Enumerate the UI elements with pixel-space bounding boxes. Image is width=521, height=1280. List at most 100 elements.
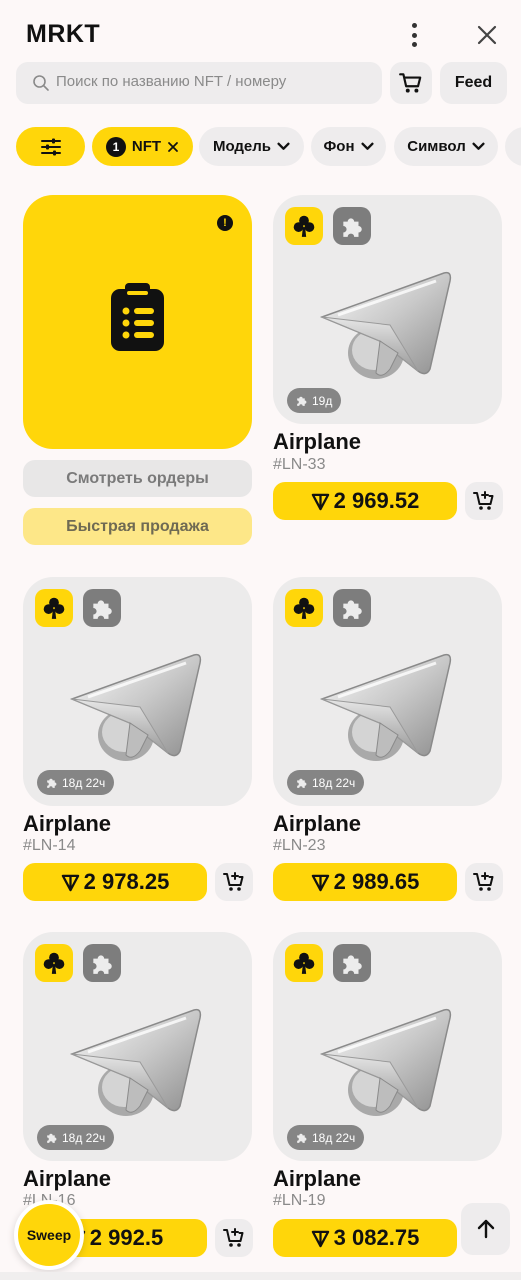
- time-badge: 18д 22ч: [287, 770, 365, 795]
- feed-button[interactable]: Feed: [440, 62, 507, 104]
- buy-price-button[interactable]: 2 989.65: [273, 863, 457, 901]
- filter-settings-button[interactable]: [16, 127, 85, 166]
- buy-price-button[interactable]: 2 969.52: [273, 482, 457, 520]
- time-label: 19д: [312, 393, 333, 408]
- time-label: 18д 22ч: [312, 775, 356, 790]
- airplane-image: [318, 1002, 458, 1122]
- clipboard-icon: [111, 283, 164, 351]
- nft-name: Airplane: [273, 1166, 362, 1191]
- nft-name: Airplane: [273, 811, 362, 836]
- add-to-cart-button[interactable]: [215, 1219, 253, 1257]
- puzzle-icon: [45, 776, 58, 789]
- background-filter-chip[interactable]: Фон: [311, 127, 386, 166]
- alert-icon: !: [217, 215, 233, 231]
- symbol-filter-chip[interactable]: Символ: [394, 127, 498, 166]
- price-label: 2 989.65: [333, 869, 420, 894]
- clover-icon: [285, 944, 323, 982]
- nft-name: Airplane: [23, 1166, 112, 1191]
- filter-bar: 1 NFT Модель Фон Символ: [16, 127, 521, 166]
- nft-filter-chip[interactable]: 1 NFT: [92, 127, 193, 166]
- puzzle-icon: [295, 394, 308, 407]
- clover-icon: [285, 589, 323, 627]
- nft-number: #LN-23: [273, 837, 326, 854]
- header: MRKT: [0, 0, 521, 70]
- model-filter-label: Модель: [212, 138, 272, 155]
- time-badge: 19д: [287, 388, 342, 413]
- nft-number: #LN-33: [273, 456, 326, 473]
- clover-icon: [285, 207, 323, 245]
- more-filter-chip[interactable]: [505, 127, 521, 166]
- sweep-button[interactable]: Sweep: [14, 1200, 84, 1270]
- time-badge: 18д 22ч: [37, 770, 115, 795]
- nft-card-image[interactable]: 18д 22ч: [23, 932, 252, 1161]
- view-orders-button[interactable]: Смотреть ордеры: [23, 460, 252, 497]
- nft-card-image[interactable]: 18д 22ч: [23, 577, 252, 806]
- cart-plus-icon: [222, 870, 246, 894]
- airplane-image: [68, 647, 208, 767]
- scroll-top-button[interactable]: [461, 1203, 510, 1255]
- home-indicator-bar: [0, 1272, 521, 1280]
- buy-price-button[interactable]: 2 978.25: [23, 863, 207, 901]
- cart-button[interactable]: [390, 62, 432, 104]
- price-label: 2 969.52: [333, 488, 420, 513]
- cart-plus-icon: [472, 489, 496, 513]
- time-label: 18д 22ч: [62, 775, 106, 790]
- nft-number: #LN-14: [23, 837, 76, 854]
- nft-card-image[interactable]: 19д: [273, 195, 502, 424]
- ton-icon: [311, 492, 330, 511]
- nft-name: Airplane: [23, 811, 112, 836]
- app-title: MRKT: [26, 20, 101, 48]
- background-filter-label: Фон: [323, 138, 355, 155]
- nft-number: #LN-19: [273, 1192, 326, 1209]
- price-label: 2 978.25: [83, 869, 170, 894]
- puzzle-icon: [83, 944, 121, 982]
- airplane-image: [68, 1002, 208, 1122]
- nft-filter-count: 1: [105, 136, 126, 157]
- price-label: 3 082.75: [333, 1225, 420, 1250]
- nft-name: Airplane: [273, 429, 362, 454]
- cart-plus-icon: [222, 1226, 246, 1250]
- time-label: 18д 22ч: [312, 1130, 356, 1145]
- puzzle-icon: [333, 207, 371, 245]
- close-icon[interactable]: [474, 22, 500, 48]
- search-placeholder: Поиск по названию NFT / номеру: [56, 73, 287, 90]
- puzzle-icon: [333, 944, 371, 982]
- nft-card-image[interactable]: 18д 22ч: [273, 577, 502, 806]
- puzzle-icon: [295, 1131, 308, 1144]
- more-vertical-icon[interactable]: [402, 20, 426, 50]
- buy-price-button[interactable]: 3 082.75: [273, 1219, 457, 1257]
- nft-filter-label: NFT: [131, 138, 162, 155]
- chevron-down-icon: [472, 142, 485, 151]
- puzzle-icon: [45, 1131, 58, 1144]
- chevron-down-icon: [361, 142, 374, 151]
- clover-icon: [35, 944, 73, 982]
- orders-card[interactable]: !: [23, 195, 252, 449]
- time-badge: 18д 22ч: [37, 1125, 115, 1150]
- clover-icon: [35, 589, 73, 627]
- add-to-cart-button[interactable]: [465, 482, 503, 520]
- sliders-icon: [40, 138, 61, 155]
- arrow-up-icon: [477, 1219, 494, 1239]
- time-label: 18д 22ч: [62, 1130, 106, 1145]
- time-badge: 18д 22ч: [287, 1125, 365, 1150]
- add-to-cart-button[interactable]: [215, 863, 253, 901]
- quick-sell-button[interactable]: Быстрая продажа: [23, 508, 252, 545]
- puzzle-icon: [333, 589, 371, 627]
- chevron-down-icon: [277, 142, 290, 151]
- ton-icon: [311, 873, 330, 892]
- puzzle-icon: [83, 589, 121, 627]
- puzzle-icon: [295, 776, 308, 789]
- cart-icon: [399, 73, 422, 93]
- remove-filter-icon[interactable]: [167, 141, 179, 153]
- model-filter-chip[interactable]: Модель: [199, 127, 304, 166]
- nft-card-image[interactable]: 18д 22ч: [273, 932, 502, 1161]
- symbol-filter-label: Символ: [407, 138, 466, 155]
- airplane-image: [318, 265, 458, 385]
- cart-plus-icon: [472, 870, 496, 894]
- ton-icon: [61, 873, 80, 892]
- search-input[interactable]: Поиск по названию NFT / номеру: [16, 62, 382, 104]
- ton-icon: [311, 1229, 330, 1248]
- add-to-cart-button[interactable]: [465, 863, 503, 901]
- price-label: 2 992.5: [89, 1225, 164, 1250]
- airplane-image: [318, 647, 458, 767]
